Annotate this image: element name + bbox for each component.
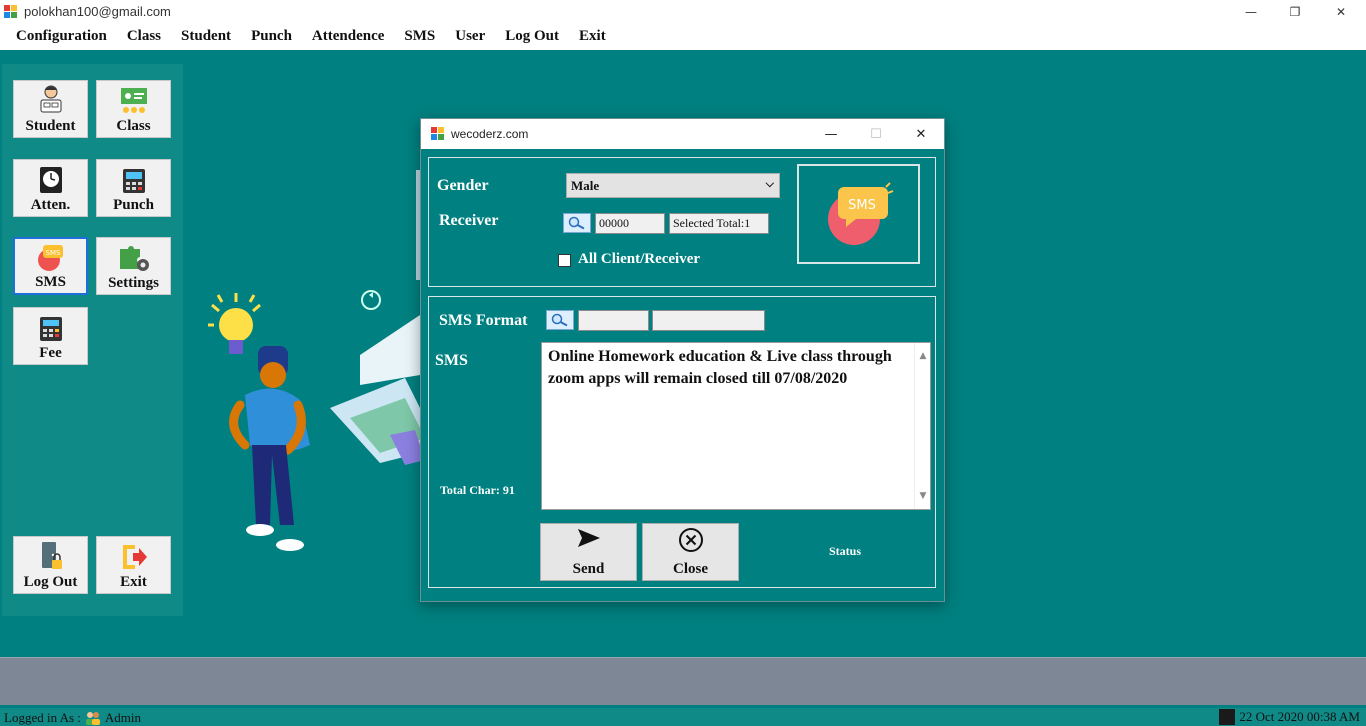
sms-format-code-field[interactable] <box>578 310 649 331</box>
logged-in-info: Logged in As : Admin <box>4 710 141 726</box>
receiver-group: Gender Male ⌵ Receiver 00000 Selected To… <box>428 157 936 287</box>
menu-punch[interactable]: Punch <box>241 24 302 50</box>
settings-puzzle-icon <box>119 246 149 271</box>
fee-button[interactable]: Fee <box>13 307 88 365</box>
menu-configuration[interactable]: Configuration <box>0 24 117 50</box>
dialog-maximize-button: ☐ <box>870 126 882 142</box>
punch-machine-icon <box>122 169 145 193</box>
logged-in-label: Logged in As : <box>4 710 81 725</box>
restore-button[interactable]: ❐ <box>1272 0 1318 24</box>
all-client-checkbox[interactable] <box>558 254 571 267</box>
users-icon <box>85 712 100 725</box>
exit-label: Exit <box>120 574 147 590</box>
textarea-scrollbar[interactable]: ▲ ▼ <box>914 343 930 509</box>
menu-user[interactable]: User <box>445 24 495 50</box>
sidebar: Student Class Atten. Punch SMS SMS Setti… <box>2 64 183 616</box>
dialog-title: wecoderz.com <box>451 127 529 141</box>
settings-button[interactable]: Settings <box>96 237 171 295</box>
student-button[interactable]: Student <box>13 80 88 138</box>
class-icon <box>120 88 147 113</box>
logout-door-icon <box>41 542 62 569</box>
sms-group: SMS Format SMS Total Char: 91 Online Hom… <box>428 296 936 588</box>
menu-bar: Configuration Class Student Punch Attend… <box>0 24 1366 50</box>
bottom-panel <box>0 657 1366 705</box>
app-icon <box>4 5 17 18</box>
status-bar: Logged in As : Admin 22 Oct 2020 00:38 A… <box>0 708 1366 726</box>
sms-image: SMS <box>797 164 920 264</box>
scroll-up-icon[interactable]: ▲ <box>915 345 931 367</box>
minimize-button[interactable]: — <box>1228 0 1274 24</box>
logout-label: Log Out <box>23 574 78 590</box>
sms-text: Online Homework education & Live class t… <box>548 348 892 387</box>
exit-icon <box>122 545 147 569</box>
close-action-button[interactable]: Close <box>642 523 739 581</box>
clock-icon <box>1219 709 1236 725</box>
send-button[interactable]: Send <box>540 523 637 581</box>
attendance-clock-icon <box>39 167 62 193</box>
receiver-search-button[interactable] <box>563 213 591 233</box>
scroll-down-icon[interactable]: ▼ <box>915 485 931 507</box>
punch-label: Punch <box>113 197 154 213</box>
logout-button[interactable]: Log Out <box>13 536 88 594</box>
all-client-label: All Client/Receiver <box>578 251 701 267</box>
atten-label: Atten. <box>30 197 71 213</box>
close-circle-icon <box>678 528 703 552</box>
class-label: Class <box>116 118 151 134</box>
sms-dialog: wecoderz.com — ☐ ✕ Gender Male ⌵ Receive… <box>420 118 945 602</box>
close-action-label: Close <box>673 561 708 577</box>
student-icon <box>40 85 61 113</box>
menu-attendence[interactable]: Attendence <box>302 24 394 50</box>
menu-class[interactable]: Class <box>117 24 171 50</box>
sms-badge-icon: SMS <box>827 182 893 245</box>
dialog-close-button[interactable]: ✕ <box>898 119 944 149</box>
sms-text-label: SMS <box>435 352 468 369</box>
settings-label: Settings <box>108 275 159 291</box>
search-icon <box>568 216 585 230</box>
fee-calculator-icon <box>39 317 62 341</box>
search-icon <box>551 313 568 327</box>
send-label: Send <box>572 561 605 577</box>
window-title: polokhan100@gmail.com <box>24 4 171 19</box>
gender-value: Male <box>571 178 600 193</box>
menu-student[interactable]: Student <box>171 24 241 50</box>
dialog-minimize-button[interactable]: — <box>808 119 854 149</box>
menu-logout[interactable]: Log Out <box>495 24 569 50</box>
background-illustration <box>208 170 420 551</box>
menu-sms[interactable]: SMS <box>394 24 445 50</box>
datetime: 22 Oct 2020 00:38 AM <box>1239 709 1360 724</box>
send-icon <box>577 529 600 547</box>
logged-in-user: Admin <box>104 710 142 725</box>
atten-button[interactable]: Atten. <box>13 159 88 217</box>
punch-button[interactable]: Punch <box>96 159 171 217</box>
receiver-label: Receiver <box>439 212 499 229</box>
sms-textarea[interactable]: Online Homework education & Live class t… <box>541 342 931 510</box>
dialog-app-icon <box>431 127 444 140</box>
sms-format-name-field[interactable] <box>652 310 765 331</box>
fee-label: Fee <box>39 345 62 361</box>
close-button[interactable]: ✕ <box>1318 0 1364 24</box>
menu-exit[interactable]: Exit <box>569 24 616 50</box>
student-label: Student <box>25 118 76 134</box>
sms-badge-text: SMS <box>848 198 876 213</box>
selected-total-field: Selected Total:1 <box>669 213 769 234</box>
receiver-id-field[interactable]: 00000 <box>595 213 665 234</box>
exit-button[interactable]: Exit <box>96 536 171 594</box>
class-button[interactable]: Class <box>96 80 171 138</box>
total-char-label: Total Char: 91 <box>440 483 515 497</box>
gender-select[interactable]: Male ⌵ <box>566 173 780 198</box>
sms-icon: SMS <box>37 245 63 271</box>
sms-format-search-button[interactable] <box>546 310 574 330</box>
svg-text:SMS: SMS <box>45 249 60 257</box>
status-label: Status <box>829 544 862 558</box>
window-titlebar: polokhan100@gmail.com — ❐ ✕ <box>0 0 1366 24</box>
sms-button[interactable]: SMS SMS <box>13 237 88 295</box>
sms-label: SMS <box>35 274 66 290</box>
gender-label: Gender <box>437 177 489 194</box>
dialog-titlebar: wecoderz.com — ☐ ✕ <box>421 119 944 149</box>
sms-format-label: SMS Format <box>439 312 528 329</box>
datetime-info: 22 Oct 2020 00:38 AM <box>1219 709 1360 725</box>
chevron-down-icon: ⌵ <box>765 177 774 190</box>
